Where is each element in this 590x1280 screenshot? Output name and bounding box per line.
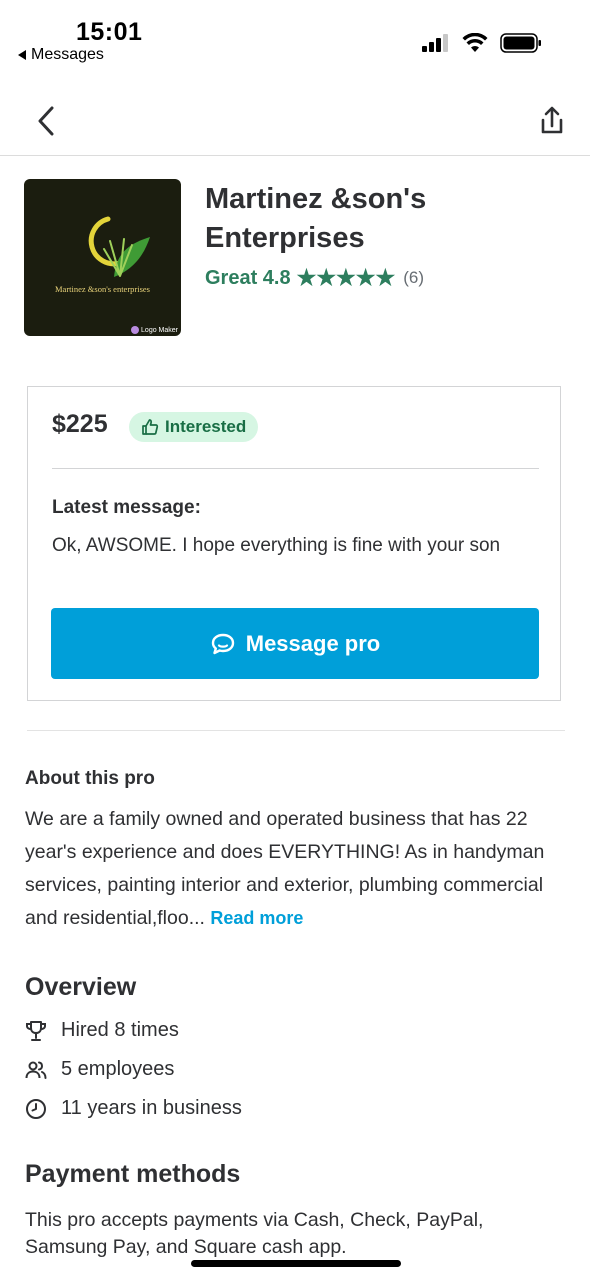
section-divider [27,730,565,731]
share-button[interactable] [536,104,568,138]
status-time: 15:01 [76,18,143,46]
latest-message-text: Ok, AWSOME. I hope everything is fine wi… [52,535,501,556]
star-rating-icon: ★★★★★ [296,265,396,290]
back-to-messages[interactable]: Messages [18,46,104,64]
logo-watermark-text: Logo Maker [141,326,178,334]
logo-maker-icon [131,326,140,334]
clock-icon [26,1098,46,1119]
overview-item-text: 11 years in business [61,1097,242,1119]
quote-price: $225 [52,410,108,438]
overview-item-employees: 5 employees [25,1058,174,1081]
message-pro-label: Message pro [245,630,381,656]
people-icon [25,1061,47,1079]
leaf-logo-icon [88,216,150,277]
share-icon [541,106,563,134]
latest-message-label: Latest message: [52,497,201,518]
nav-back-button[interactable] [30,104,64,138]
overview-item-hired: Hired 8 times [25,1019,179,1042]
wifi-icon [462,33,488,52]
business-name: Martinez &son's Enterprises [205,183,427,254]
payment-title: Payment methods [25,1160,241,1188]
overview-title: Overview [25,973,137,1001]
logo-watermark: Logo Maker [131,326,178,334]
rating-row[interactable]: Great 4.8 ★★★★★ (6) [205,265,424,291]
status-icons [422,33,542,53]
back-app-label: Messages [31,46,104,63]
overview-item-text: 5 employees [61,1058,175,1080]
overview-item-text: Hired 8 times [61,1019,179,1041]
badge-label: Interested [165,417,247,436]
about-title: About this pro [25,768,155,789]
battery-icon [500,33,541,53]
chat-bubble-icon [211,633,234,654]
card-divider [52,468,539,469]
nav-divider [0,155,590,156]
back-triangle-icon [18,50,26,60]
status-badge: Interested [129,412,259,442]
review-count: (6) [403,268,425,287]
payment-text: This pro accepts payments via Cash, Chec… [25,1209,484,1258]
message-pro-button[interactable]: Message pro [51,608,539,679]
trophy-icon [26,1020,46,1041]
business-logo: Martinez &son's enterprises Logo Maker [24,179,181,336]
thumbs-up-icon [142,419,159,435]
logo-text: Martinez &son's enterprises [54,284,150,294]
home-indicator[interactable] [191,1260,401,1267]
chevron-left-icon [38,106,54,136]
signal-icon [422,34,448,52]
overview-item-years: 11 years in business [25,1097,242,1120]
read-more-link[interactable]: Read more [210,908,303,928]
rating-label: Great 4.8 [205,266,291,289]
about-text: We are a family owned and operated busin… [25,803,570,935]
